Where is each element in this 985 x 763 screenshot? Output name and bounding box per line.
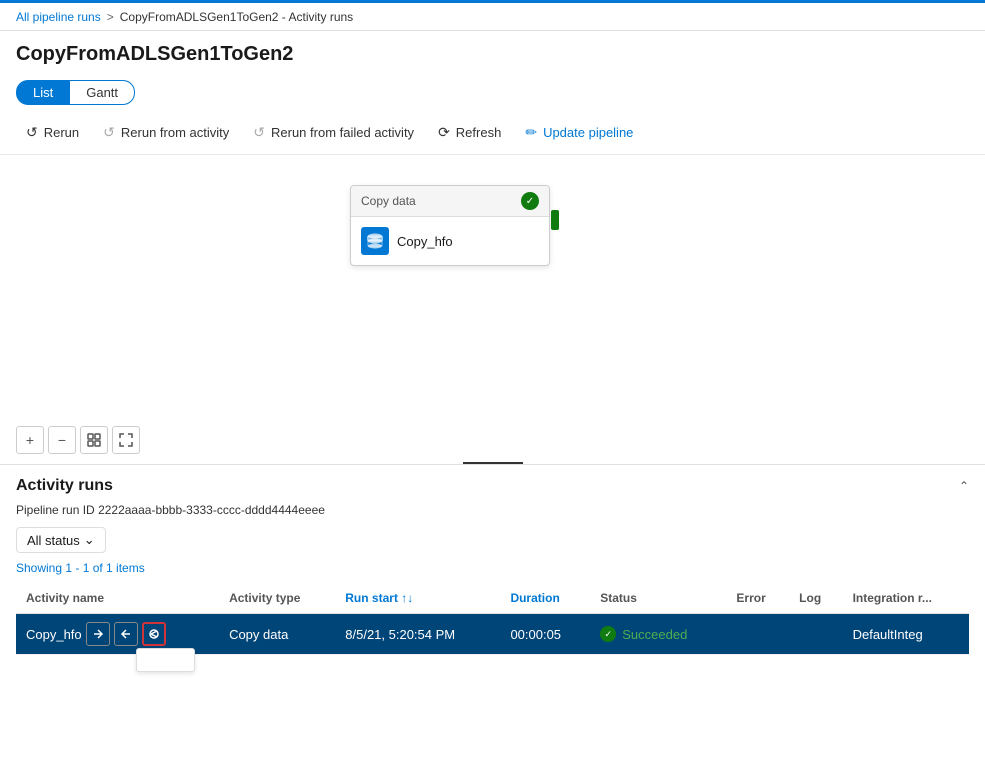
toolbar: ↺ Rerun ↺ Rerun from activity ↺ Rerun fr… [0, 111, 985, 155]
cell-duration: 00:00:05 [500, 614, 590, 655]
row-actions [86, 622, 166, 646]
breadcrumb-sep: > [107, 10, 114, 24]
chevron-down-icon: ⌄ [84, 532, 95, 548]
pipeline-run-id-row: Pipeline run ID 2222aaaa-bbbb-3333-cccc-… [16, 503, 969, 517]
activity-card[interactable]: Copy data ✓ Copy_hfo [350, 185, 550, 266]
row-action-details-button[interactable] [142, 622, 166, 646]
showing-count: Showing 1 - 1 of 1 items [16, 561, 969, 575]
canvas-controls: + − [16, 426, 140, 454]
gantt-view-button[interactable]: Gantt [70, 80, 135, 105]
col-activity-type: Activity type [219, 583, 335, 614]
divider-handle[interactable] [463, 462, 523, 464]
pipeline-run-id-label: Pipeline run ID [16, 503, 95, 517]
list-view-button[interactable]: List [16, 80, 70, 105]
refresh-label: Refresh [456, 125, 502, 140]
update-pipeline-label: Update pipeline [543, 125, 633, 140]
section-header: Activity runs ⌃ [16, 477, 969, 495]
status-filter[interactable]: All status ⌄ [16, 527, 106, 553]
run-start-label: Run start [345, 591, 398, 605]
col-status: Status [590, 583, 726, 614]
view-toggle: List Gantt [0, 74, 985, 111]
row-action-input-button[interactable] [86, 622, 110, 646]
rerun-from-activity-button[interactable]: ↺ Rerun from activity [93, 119, 239, 146]
activity-success-badge: ✓ [521, 192, 539, 210]
activity-type-label: Copy data [361, 194, 416, 208]
pencil-icon: ✏ [525, 124, 537, 141]
col-log: Log [789, 583, 842, 614]
cell-status: ✓ Succeeded [590, 614, 726, 655]
rerun-from-failed-button[interactable]: ↺ Rerun from failed activity [243, 119, 424, 146]
update-pipeline-button[interactable]: ✏ Update pipeline [515, 119, 643, 146]
cell-integration-runtime: DefaultInteg [843, 614, 969, 655]
top-bar: All pipeline runs > CopyFromADLSGen1ToGe… [0, 3, 985, 31]
zoom-in-button[interactable]: + [16, 426, 44, 454]
cell-log [789, 614, 842, 655]
status-text: Succeeded [622, 627, 687, 642]
activity-name-cell: Copy_hfo [26, 627, 82, 642]
col-integration-runtime: Integration r... [843, 583, 969, 614]
refresh-icon: ⟳ [438, 124, 450, 141]
rerun-from-activity-label: Rerun from activity [121, 125, 229, 140]
rerun-from-activity-icon: ↺ [103, 124, 115, 141]
fit-button[interactable] [80, 426, 108, 454]
activity-icon [361, 227, 389, 255]
status-success-icon: ✓ [600, 626, 616, 642]
breadcrumb-all-pipelines[interactable]: All pipeline runs [16, 10, 101, 24]
cell-error [726, 614, 789, 655]
table-row: Copy_hfo [16, 614, 969, 655]
cell-activity-name: Copy_hfo [16, 614, 219, 655]
activity-card-body: Copy_hfo [351, 217, 549, 265]
breadcrumb: All pipeline runs > CopyFromADLSGen1ToGe… [16, 10, 353, 24]
cell-run-start: 8/5/21, 5:20:54 PM [335, 614, 500, 655]
rerun-icon: ↺ [26, 124, 38, 141]
page-title: CopyFromADLSGen1ToGen2 [16, 43, 969, 66]
refresh-button[interactable]: ⟳ Refresh [428, 119, 511, 146]
col-error: Error [726, 583, 789, 614]
sort-icon: ↑↓ [401, 591, 413, 605]
fullscreen-button[interactable] [112, 426, 140, 454]
collapse-button[interactable]: ⌃ [959, 479, 969, 493]
section-title: Activity runs [16, 477, 113, 495]
filter-row: All status ⌄ [16, 527, 969, 553]
activity-name-label: Copy_hfo [397, 234, 453, 249]
rerun-button[interactable]: ↺ Rerun [16, 119, 89, 146]
status-filter-label: All status [27, 533, 80, 548]
canvas-area: Copy data ✓ Copy_hfo + − [0, 155, 985, 465]
col-activity-name: Activity name [16, 583, 219, 614]
rerun-from-failed-icon: ↺ [253, 124, 265, 141]
breadcrumb-current: CopyFromADLSGen1ToGen2 - Activity runs [120, 10, 353, 24]
zoom-out-button[interactable]: − [48, 426, 76, 454]
rerun-from-failed-label: Rerun from failed activity [271, 125, 414, 140]
activity-runs-section: Activity runs ⌃ Pipeline run ID 2222aaaa… [0, 465, 985, 655]
row-action-output-button[interactable] [114, 622, 138, 646]
activity-runs-table: Activity name Activity type Run start ↑↓… [16, 583, 969, 655]
page-header: CopyFromADLSGen1ToGen2 [0, 31, 985, 74]
col-run-start: Run start ↑↓ [335, 583, 500, 614]
rerun-label: Rerun [44, 125, 79, 140]
cell-activity-type: Copy data [219, 614, 335, 655]
activity-card-header: Copy data ✓ [351, 186, 549, 217]
col-duration: Duration [500, 583, 590, 614]
pipeline-run-id-value: 2222aaaa-bbbb-3333-cccc-dddd4444eeee [98, 503, 325, 517]
green-indicator [551, 210, 559, 230]
